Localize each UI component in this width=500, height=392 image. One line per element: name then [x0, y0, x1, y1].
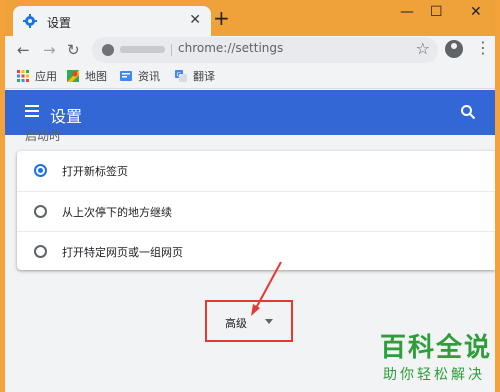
settings-header: 设置 [5, 90, 495, 135]
maximize-button[interactable]: ☐ [430, 4, 443, 20]
option-label: 打开特定网页或一组网页 [62, 246, 183, 259]
option-label: 从上次停下的地方继续 [62, 206, 172, 219]
browser-window: 设置 ✕ + — ☐ ✕ ← → ↻ chrome://settings ☆ ⋮ [5, 0, 495, 392]
section-heading-startup: 启动时 [25, 129, 62, 143]
new-tab-button[interactable]: + [213, 8, 230, 28]
tab-title: 设置 [47, 16, 72, 30]
window-close-button[interactable]: ✕ [470, 4, 482, 20]
address-bar[interactable]: chrome://settings ☆ [92, 37, 438, 63]
bookmark-label: 地图 [85, 70, 107, 83]
advanced-button[interactable]: 高级 [205, 300, 293, 342]
maps-icon [67, 70, 79, 82]
radio-option-new-tab[interactable]: 打开新标签页 [17, 151, 495, 190]
tab-close-icon[interactable]: ✕ [189, 12, 201, 28]
back-button[interactable]: ← [17, 41, 30, 59]
menu-icon[interactable]: ⋮ [475, 38, 491, 57]
watermark-subtitle: 助你轻松解决 [383, 367, 485, 383]
bookmark-label: 应用 [35, 70, 57, 83]
bookmark-translate[interactable]: G 翻译 [175, 68, 215, 84]
chevron-down-icon [265, 319, 273, 324]
gear-icon [23, 14, 37, 28]
watermark-title: 百科全说 [380, 333, 493, 363]
blurred-text [120, 46, 165, 53]
bookmarks-bar: 应用 地图 资讯 G 翻译 [5, 64, 495, 89]
bookmark-star-icon[interactable]: ☆ [416, 39, 430, 58]
tab-settings[interactable]: 设置 ✕ [13, 6, 211, 36]
reload-button[interactable]: ↻ [67, 41, 80, 59]
svg-text:G: G [177, 72, 182, 79]
hamburger-menu-icon[interactable] [25, 105, 39, 117]
bookmark-maps[interactable]: 地图 [67, 68, 107, 84]
translate-icon: G [175, 70, 187, 82]
radio-selected-icon[interactable] [34, 164, 47, 177]
radio-unselected-icon[interactable] [34, 245, 47, 258]
url-text[interactable]: chrome://settings [178, 41, 283, 55]
forward-button[interactable]: → [43, 41, 56, 59]
news-icon [120, 71, 132, 81]
option-label: 打开新标签页 [62, 165, 128, 178]
tab-strip: 设置 ✕ + — ☐ ✕ [5, 0, 495, 36]
bookmark-label: 翻译 [193, 70, 215, 83]
page-title: 设置 [50, 107, 83, 126]
advanced-label: 高级 [225, 317, 247, 330]
bookmark-apps[interactable]: 应用 [17, 68, 57, 84]
divider [171, 44, 172, 56]
bookmark-label: 资讯 [138, 70, 160, 83]
profile-avatar-icon[interactable] [445, 40, 463, 58]
bookmark-news[interactable]: 资讯 [120, 68, 160, 84]
watermark-logo: 百科全说 助你轻松解决 [375, 327, 495, 392]
radio-option-continue[interactable]: 从上次停下的地方继续 [17, 191, 495, 230]
browser-toolbar: ← → ↻ chrome://settings ☆ ⋮ [5, 36, 495, 64]
minimize-button[interactable]: — [400, 4, 414, 20]
search-icon[interactable] [460, 104, 476, 120]
radio-unselected-icon[interactable] [34, 205, 47, 218]
apps-grid-icon [17, 70, 29, 82]
chrome-page-icon [102, 44, 114, 56]
startup-options-card: 打开新标签页 从上次停下的地方继续 打开特定网页或一组网页 [17, 151, 495, 270]
